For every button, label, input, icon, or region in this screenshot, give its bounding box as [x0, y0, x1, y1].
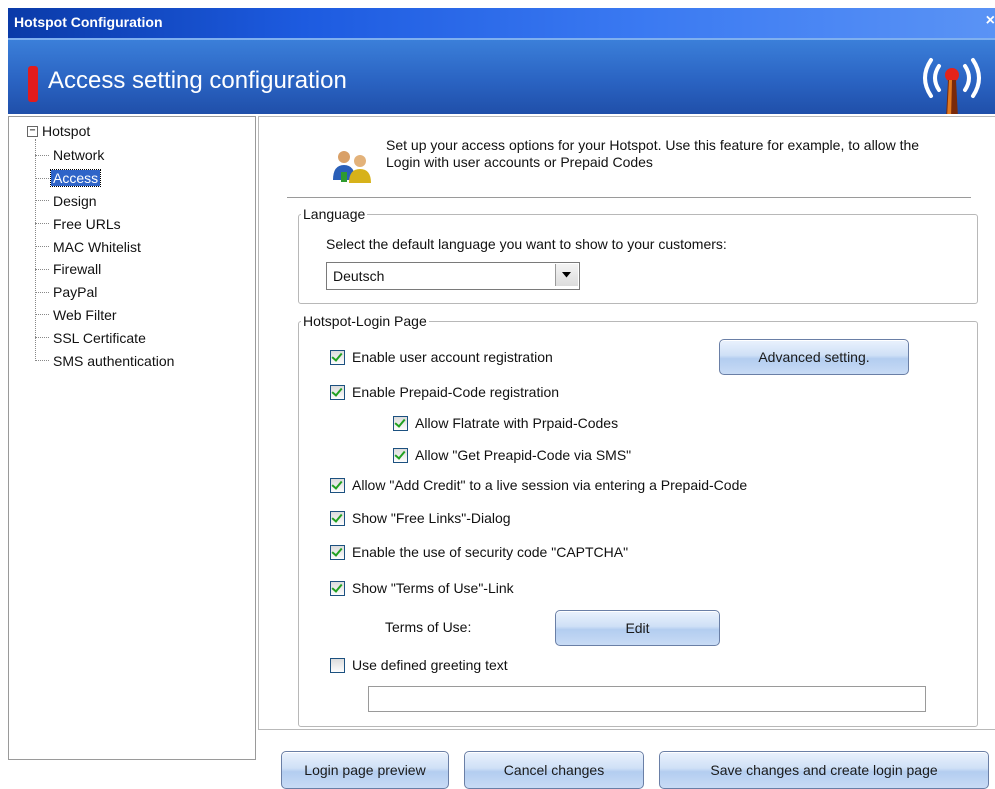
- collapse-icon[interactable]: −: [27, 125, 38, 137]
- user-registration-option[interactable]: Enable user account registration: [330, 347, 553, 367]
- tree-item-label: SSL Certificate: [53, 329, 146, 346]
- tree-children: Network Access Design Free URLs MAC Whit…: [35, 144, 176, 372]
- tree-item-label: Network: [53, 147, 105, 164]
- flatrate-option[interactable]: Allow Flatrate with Prpaid-Codes: [393, 413, 618, 433]
- tree-item-firewall[interactable]: Firewall: [35, 258, 176, 281]
- user-registration-checkbox[interactable]: [330, 349, 345, 365]
- window-title-bar: Hotspot Configuration ×: [8, 8, 995, 38]
- add-credit-checkbox[interactable]: [330, 477, 345, 493]
- captcha-label: Enable the use of security code "CAPTCHA…: [352, 544, 629, 560]
- captcha-checkbox[interactable]: [330, 544, 345, 560]
- header-accent-mark: [28, 66, 38, 102]
- greeting-option[interactable]: Use defined greeting text: [330, 655, 508, 675]
- free-links-label: Show "Free Links"-Dialog: [352, 510, 511, 526]
- tree-item-label: Free URLs: [53, 215, 121, 232]
- terms-link-checkbox[interactable]: [330, 580, 345, 596]
- sms-code-option[interactable]: Allow "Get Preapid-Code via SMS": [393, 445, 631, 465]
- sms-code-checkbox[interactable]: [393, 447, 408, 463]
- save-changes-button[interactable]: Save changes and create login page: [659, 751, 989, 789]
- captcha-option[interactable]: Enable the use of security code "CAPTCHA…: [330, 542, 628, 562]
- greeting-text-field[interactable]: [368, 686, 926, 712]
- window-title: Hotspot Configuration: [14, 14, 163, 30]
- language-prompt: Select the default language you want to …: [326, 236, 727, 252]
- terms-of-use-label: Terms of Use:: [385, 619, 472, 635]
- navigation-tree: − Hotspot Network Access Design Free URL…: [8, 116, 256, 760]
- tree-item-network[interactable]: Network: [35, 144, 176, 167]
- tree-root-hotspot[interactable]: − Hotspot: [27, 123, 90, 139]
- add-credit-option[interactable]: Allow "Add Credit" to a live session via…: [330, 475, 747, 495]
- tree-item-label: SMS authentication: [53, 352, 175, 369]
- tree-item-mac-whitelist[interactable]: MAC Whitelist: [35, 235, 176, 258]
- antenna-broadcast-icon: [923, 58, 981, 118]
- terms-link-label: Show "Terms of Use"-Link: [352, 580, 514, 596]
- page-title: Access setting configuration: [48, 67, 347, 94]
- intro-description: Set up your access options for your Hots…: [386, 137, 920, 170]
- tree-item-label: Web Filter: [53, 306, 117, 323]
- close-icon[interactable]: ×: [986, 12, 995, 30]
- divider: [287, 197, 971, 199]
- terms-link-option[interactable]: Show "Terms of Use"-Link: [330, 578, 514, 598]
- free-links-option[interactable]: Show "Free Links"-Dialog: [330, 508, 511, 528]
- prepaid-registration-checkbox[interactable]: [330, 384, 345, 400]
- add-credit-label: Allow "Add Credit" to a live session via…: [352, 477, 748, 493]
- tree-item-free-urls[interactable]: Free URLs: [35, 212, 176, 235]
- free-links-checkbox[interactable]: [330, 510, 345, 526]
- tree-item-label: PayPal: [53, 284, 98, 301]
- tree-item-label: Design: [53, 192, 97, 209]
- login-page-preview-button[interactable]: Login page preview: [281, 751, 449, 789]
- greeting-checkbox[interactable]: [330, 657, 345, 673]
- cancel-changes-button[interactable]: Cancel changes: [464, 751, 644, 789]
- tree-root-label: Hotspot: [42, 123, 91, 139]
- dropdown-arrow-icon[interactable]: [555, 264, 578, 286]
- sms-code-label: Allow "Get Preapid-Code via SMS": [415, 447, 632, 463]
- tree-item-label: Access: [49, 169, 102, 188]
- tree-item-label: MAC Whitelist: [53, 238, 141, 255]
- edit-terms-button[interactable]: Edit: [555, 610, 720, 646]
- users-icon: [333, 151, 371, 183]
- user-registration-label: Enable user account registration: [352, 349, 553, 365]
- tree-item-access[interactable]: Access: [35, 167, 176, 190]
- advanced-setting-button[interactable]: Advanced setting.: [719, 339, 909, 375]
- language-legend: Language: [303, 206, 366, 222]
- flatrate-label: Allow Flatrate with Prpaid-Codes: [415, 415, 619, 431]
- page-header: Access setting configuration: [8, 38, 995, 118]
- tree-item-label: Firewall: [53, 261, 102, 278]
- tree-item-design[interactable]: Design: [35, 190, 176, 213]
- login-page-legend: Hotspot-Login Page: [303, 313, 427, 329]
- prepaid-registration-label: Enable Prepaid-Code registration: [352, 384, 560, 400]
- language-select-value: Deutsch: [333, 268, 385, 284]
- language-select[interactable]: Deutsch: [326, 262, 580, 290]
- tree-item-sms-authentication[interactable]: SMS authentication: [35, 349, 176, 372]
- tree-item-ssl-certificate[interactable]: SSL Certificate: [35, 326, 176, 349]
- tree-item-web-filter[interactable]: Web Filter: [35, 304, 176, 327]
- flatrate-checkbox[interactable]: [393, 415, 408, 431]
- tree-item-paypal[interactable]: PayPal: [35, 281, 176, 304]
- prepaid-registration-option[interactable]: Enable Prepaid-Code registration: [330, 382, 559, 402]
- greeting-label: Use defined greeting text: [352, 657, 508, 673]
